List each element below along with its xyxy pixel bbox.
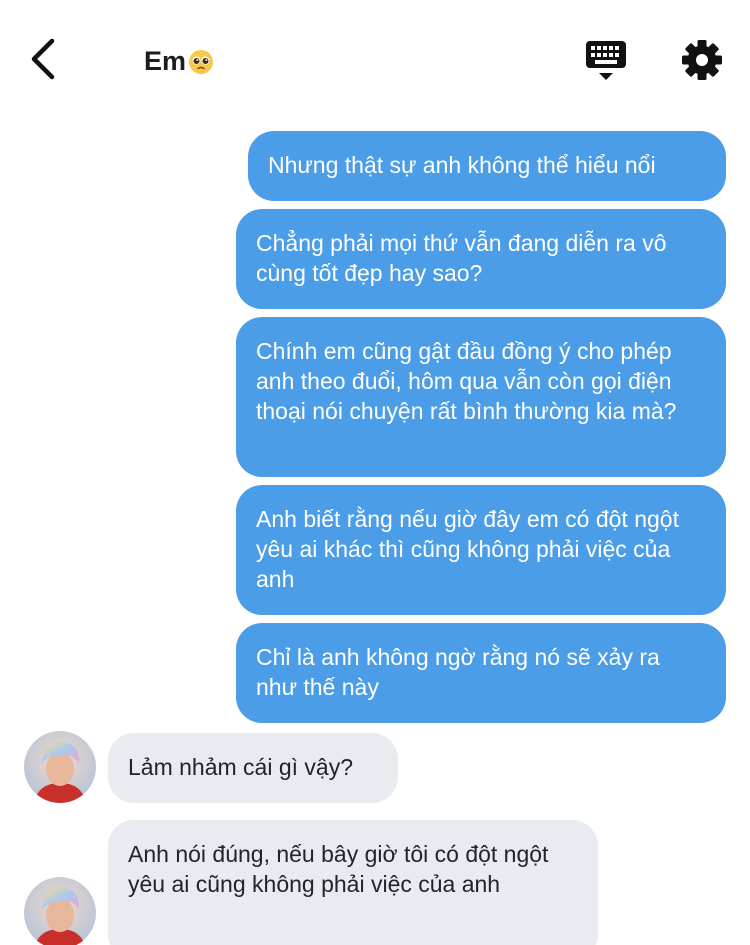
- chevron-left-icon: [31, 38, 55, 80]
- chat-header: Em: [0, 0, 750, 118]
- avatar[interactable]: [24, 731, 96, 803]
- avatar[interactable]: [24, 877, 96, 945]
- outgoing-message[interactable]: Anh biết rằng nếu giờ đây em có đột ngột…: [236, 485, 726, 615]
- keyboard-button[interactable]: [584, 38, 628, 84]
- keyboard-icon: [586, 41, 626, 80]
- incoming-message[interactable]: Lảm nhảm cái gì vậy?: [108, 733, 398, 803]
- gear-icon: [682, 40, 722, 80]
- outgoing-message[interactable]: Chẳng phải mọi thứ vẫn đang diễn ra vô c…: [236, 209, 726, 309]
- chat-title: Em: [144, 46, 214, 77]
- back-button[interactable]: [26, 36, 66, 82]
- pleading-face-emoji: [189, 49, 214, 74]
- incoming-message[interactable]: Anh nói đúng, nếu bây giờ tôi có đột ngộ…: [108, 820, 598, 945]
- avatar-photo: [24, 877, 96, 945]
- settings-button[interactable]: [680, 38, 724, 82]
- outgoing-message[interactable]: Chính em cũng gật đầu đồng ý cho phép an…: [236, 317, 726, 477]
- outgoing-message[interactable]: Nhưng thật sự anh không thể hiểu nổi: [248, 131, 726, 201]
- avatar-photo: [24, 731, 96, 803]
- contact-name: Em: [144, 46, 187, 76]
- outgoing-message[interactable]: Chỉ là anh không ngờ rằng nó sẽ xảy ra n…: [236, 623, 726, 723]
